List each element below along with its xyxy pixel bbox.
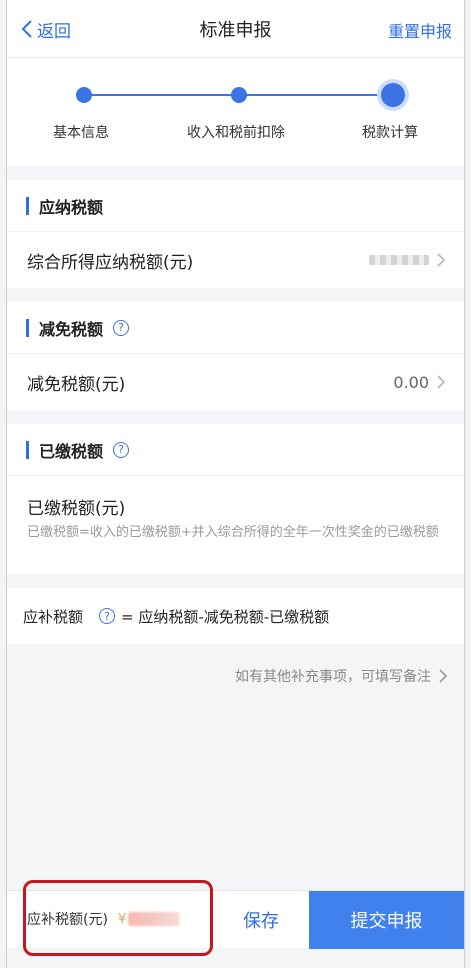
section-tax-reduction: 减免税额 ? 减免税额(元) 0.00 <box>7 302 464 410</box>
step-label-1: 基本信息 <box>53 125 109 141</box>
tax-paid-note: 已缴税额=收入的已缴税额+并入综合所得的全年一次性奖金的已缴税额 <box>27 525 439 540</box>
section-title: 减免税额 <box>39 319 104 339</box>
section-header: 减免税额 ? <box>7 302 464 354</box>
redacted-value <box>369 255 429 265</box>
section-header: 应纳税额 <box>7 180 464 232</box>
row-label: 综合所得应纳税额(元) <box>27 252 194 273</box>
chevron-right-icon <box>437 253 446 267</box>
nav-header: 返回 标准申报 重置申报 <box>7 0 464 58</box>
app-screen: 返回 标准申报 重置申报 基本信息 收入和税前扣除 税款计算 应纳税额 综合所得… <box>6 0 465 968</box>
step-dot-3-active <box>381 83 405 107</box>
tax-reduction-row[interactable]: 减免税额(元) 0.00 <box>7 354 464 410</box>
formula-expression: = 应纳税额-减免税额-已缴税额 <box>121 607 330 626</box>
section-header: 已缴税额 ? <box>7 424 464 476</box>
help-icon[interactable]: ? <box>99 608 116 624</box>
section-accent-bar <box>26 196 29 215</box>
help-icon[interactable]: ? <box>113 319 130 336</box>
progress-steps: 基本信息 收入和税前扣除 税款计算 <box>7 58 464 166</box>
reset-declaration-button[interactable]: 重置申报 <box>388 18 452 42</box>
submit-declaration-button[interactable]: 提交申报 <box>309 891 464 949</box>
step-dot-2 <box>231 87 247 103</box>
section-payable-tax: 应纳税额 综合所得应纳税额(元) <box>7 180 464 288</box>
annotation-highlight-box <box>23 880 213 956</box>
section-title: 已缴税额 <box>39 441 104 461</box>
section-title: 应纳税额 <box>39 197 104 217</box>
step-dot-1 <box>76 87 92 103</box>
section-tax-paid: 已缴税额 ? 已缴税额(元) 已缴税额=收入的已缴税额+并入综合所得的全年一次性… <box>7 424 464 574</box>
step-label-2: 收入和税前扣除 <box>187 125 285 141</box>
chevron-right-icon <box>439 669 448 683</box>
add-remark-link[interactable]: 如有其他补充事项，可填写备注 <box>235 666 448 686</box>
row-value <box>369 253 446 267</box>
step-label-3: 税款计算 <box>362 125 418 141</box>
row-label: 已缴税额(元) <box>27 499 126 519</box>
help-icon[interactable]: ? <box>113 441 130 458</box>
remark-text: 如有其他补充事项，可填写备注 <box>235 669 431 685</box>
tax-paid-row: 已缴税额(元) 已缴税额=收入的已缴税额+并入综合所得的全年一次性奖金的已缴税额 <box>7 476 464 543</box>
payable-tax-row[interactable]: 综合所得应纳税额(元) <box>7 232 464 288</box>
row-value: 0.00 <box>393 373 446 392</box>
section-accent-bar <box>26 440 29 459</box>
row-label: 减免税额(元) <box>27 374 126 395</box>
tax-due-formula: 应补税额 ? = 应纳税额-减免税额-已缴税额 <box>7 588 464 644</box>
save-button[interactable]: 保存 <box>213 891 309 949</box>
section-accent-bar <box>26 318 29 337</box>
chevron-right-icon <box>437 375 446 389</box>
reduction-amount: 0.00 <box>393 372 429 392</box>
formula-label: 应补税额 <box>23 607 84 626</box>
